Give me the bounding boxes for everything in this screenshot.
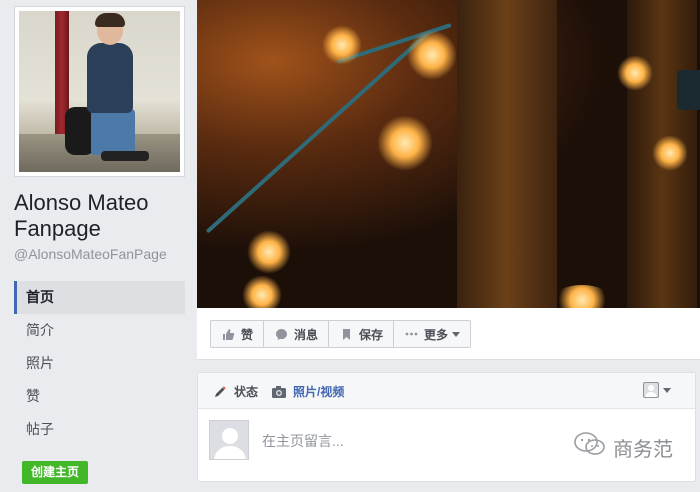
nav-item-posts[interactable]: 帖子 [14, 413, 185, 446]
page-nav: 首页 简介 照片 赞 帖子 [14, 281, 185, 446]
composer-tabs: 状态 照片/视频 [198, 373, 695, 418]
save-label: 保存 [359, 327, 384, 342]
create-page-button[interactable]: 创建主页 [22, 461, 89, 484]
tab-status[interactable]: 状态 [212, 383, 259, 418]
photo-video-tab-label: 照片/视频 [293, 385, 345, 399]
pencil-icon [212, 384, 228, 400]
nav-item-about[interactable]: 简介 [14, 314, 185, 347]
more-button[interactable]: 更多 [394, 321, 470, 347]
watermark: 商务范 [573, 431, 673, 463]
watermark-text: 商务范 [613, 438, 673, 461]
like-label: 赞 [241, 327, 254, 342]
chevron-down-icon [452, 331, 461, 337]
thumbs-up-icon [221, 327, 235, 341]
nav-item-photos[interactable]: 照片 [14, 347, 185, 380]
more-dots-icon [404, 327, 418, 341]
profile-picture[interactable] [14, 6, 185, 177]
message-label: 消息 [294, 327, 319, 342]
page-action-bar: 赞 消息 保存 更多 [197, 308, 700, 360]
page-title[interactable]: Alonso Mateo Fanpage [14, 190, 194, 242]
nav-item-home[interactable]: 首页 [14, 281, 185, 314]
action-buttons: 赞 消息 保存 更多 [210, 320, 472, 348]
like-button[interactable]: 赞 [211, 321, 265, 347]
camera-icon [271, 384, 287, 400]
avatar [209, 420, 249, 460]
status-tab-label: 状态 [234, 385, 259, 399]
user-silhouette-icon [643, 382, 659, 398]
left-column: Alonso Mateo Fanpage @AlonsoMateoFanPage… [0, 0, 197, 492]
wechat-icon [573, 431, 607, 463]
profile-photo-image [19, 11, 180, 172]
save-button[interactable]: 保存 [329, 321, 395, 347]
composer-input[interactable]: 在主页留言... [262, 431, 344, 451]
more-label: 更多 [424, 327, 449, 342]
page-handle[interactable]: @AlonsoMateoFanPage [14, 246, 167, 262]
tab-photo-video[interactable]: 照片/视频 [271, 383, 344, 400]
message-button[interactable]: 消息 [264, 321, 330, 347]
post-composer: 状态 照片/视频 在主页留言... 商务范 [197, 372, 696, 482]
audience-selector[interactable] [643, 382, 671, 398]
messenger-icon [274, 327, 288, 341]
cover-photo[interactable] [197, 0, 700, 308]
bookmark-icon [339, 327, 353, 341]
nav-item-likes[interactable]: 赞 [14, 380, 185, 413]
chevron-down-icon [663, 387, 671, 393]
